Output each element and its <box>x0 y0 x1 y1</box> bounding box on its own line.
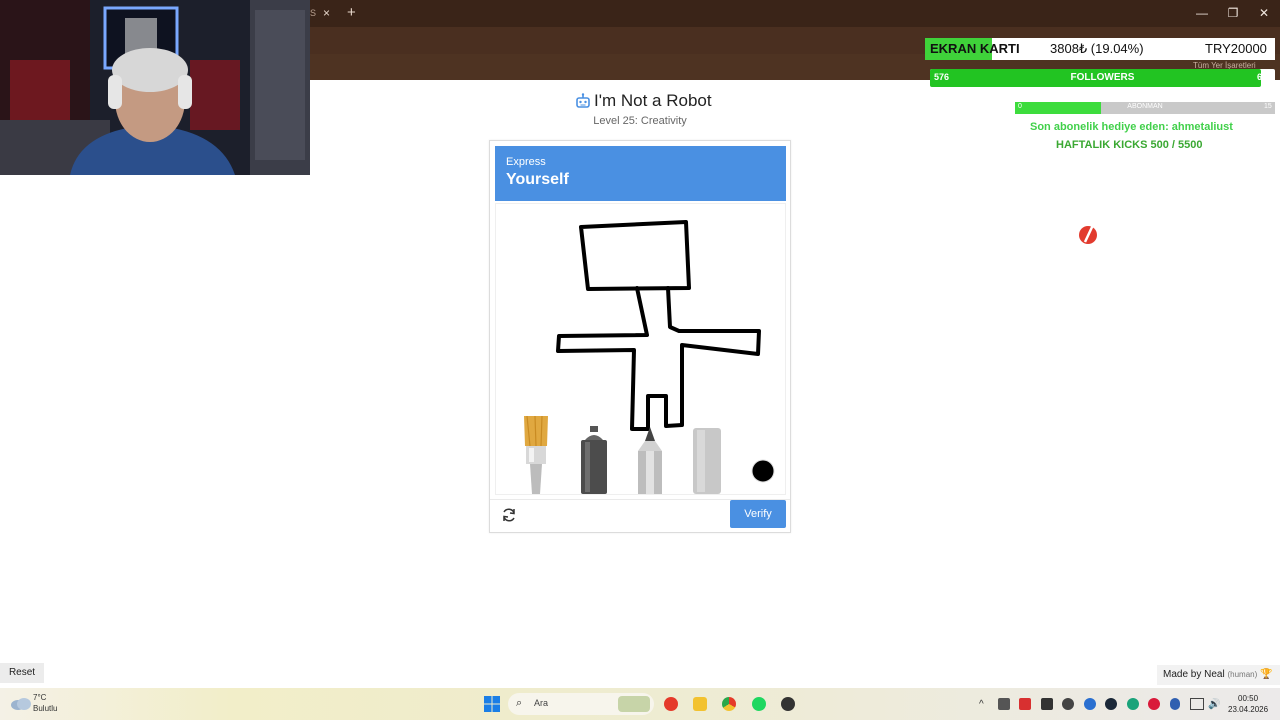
last-gift-text: Son abonelik hediye eden: ahmetaliust <box>1030 121 1233 133</box>
tray-app-green-icon[interactable] <box>1127 698 1139 710</box>
tray-app-blue-icon[interactable] <box>1084 698 1096 710</box>
subs-right: 15 <box>1264 103 1272 110</box>
new-tab-button[interactable]: + <box>347 4 356 21</box>
tray-app-gray-icon[interactable] <box>1062 698 1074 710</box>
chrome-icon[interactable] <box>722 697 736 711</box>
file-explorer-icon[interactable] <box>693 697 707 711</box>
weather-temp[interactable]: 7°C <box>33 693 46 702</box>
gpu-goal-target: TRY20000 <box>1205 41 1267 56</box>
webcam-image <box>0 0 310 175</box>
windows-taskbar: 7°C Bulutlu ⌕ Ara ^ 🔊 00:50 23.04.2026 <box>0 688 1280 720</box>
robot-icon <box>576 93 590 108</box>
captcha-header-small: Express <box>506 156 546 168</box>
tray-app-dark-icon[interactable] <box>1041 698 1053 710</box>
tray-chevron-icon[interactable]: ^ <box>979 699 984 710</box>
close-window-button[interactable]: ✕ <box>1257 6 1271 20</box>
windows-start-icon[interactable] <box>484 696 500 712</box>
captcha-widget: Express Yourself Verify <box>489 140 791 533</box>
tray-app-red-icon[interactable] <box>1019 698 1031 710</box>
subs-goal-bar: 0 ABONMAN 15 <box>1015 102 1275 114</box>
sponsor-logo-icon <box>1077 222 1101 251</box>
clock-date[interactable]: 23.04.2026 <box>1228 705 1268 714</box>
gpu-goal-progress: 3808₺ (19.04%) <box>1050 41 1144 56</box>
spray-can-icon[interactable] <box>579 426 609 494</box>
subs-label: ABONMAN <box>1127 103 1163 110</box>
tray-audio-device-icon[interactable] <box>998 698 1010 710</box>
minimize-button[interactable]: — <box>1195 6 1209 20</box>
gpu-goal-bar: EKRAN KARTI 3808₺ (19.04%) TRY20000 <box>925 38 1275 60</box>
gpu-goal-label: EKRAN KARTI <box>930 41 1020 56</box>
weather-desc[interactable]: Bulutlu <box>33 704 57 713</box>
obs-icon[interactable] <box>781 697 795 711</box>
color-picker-black[interactable] <box>751 459 775 483</box>
maximize-button[interactable]: ❐ <box>1226 6 1240 20</box>
captcha-header-big: Yourself <box>506 171 569 188</box>
followers-goal: 600 <box>1257 72 1273 82</box>
made-by-text: Made by Neal <box>1163 669 1225 680</box>
network-icon[interactable] <box>1190 698 1204 710</box>
paint-brush-icon[interactable] <box>521 414 551 494</box>
made-by-badge[interactable]: Made by Neal (human) 🏆 <box>1157 665 1280 685</box>
made-by-note: (human) <box>1227 670 1258 679</box>
search-placeholder: Ara <box>534 698 549 708</box>
taskbar-search-box[interactable]: ⌕ Ara <box>508 693 654 715</box>
trophy-icon: 🏆 <box>1260 669 1273 680</box>
tray-record-icon[interactable] <box>1148 698 1160 710</box>
search-highlight-image <box>618 696 650 712</box>
spotify-icon[interactable] <box>752 697 766 711</box>
steam-icon[interactable] <box>1105 698 1117 710</box>
tab-partial-label[interactable]: S <box>310 8 316 18</box>
page-subtitle: Level 25: Creativity <box>593 115 687 127</box>
refresh-icon[interactable] <box>500 506 518 524</box>
app-red-circle-icon[interactable] <box>664 697 678 711</box>
drawing-canvas[interactable] <box>495 203 786 495</box>
followers-label: FOLLOWERS <box>1070 72 1135 83</box>
cloud-icon <box>11 698 31 710</box>
microphone-icon[interactable] <box>1170 698 1180 710</box>
reset-button[interactable]: Reset <box>0 663 44 683</box>
followers-goal-bar: 576 FOLLOWERS 600 <box>930 69 1275 87</box>
page-title: I'm Not a Robot <box>594 91 712 110</box>
webcam-overlay <box>0 0 310 175</box>
tab-close-icon[interactable]: × <box>323 6 330 20</box>
verify-button[interactable]: Verify <box>730 500 786 528</box>
weekly-kicks-text: HAFTALIK KICKS 500 / 5500 <box>1056 139 1203 151</box>
clock-time[interactable]: 00:50 <box>1238 694 1258 703</box>
page-header: I'm Not a Robot <box>570 91 712 115</box>
volume-icon[interactable]: 🔊 <box>1208 699 1220 710</box>
search-icon: ⌕ <box>516 697 523 709</box>
pencil-icon[interactable] <box>636 427 664 494</box>
eraser-icon[interactable] <box>693 428 721 494</box>
captcha-header: Express Yourself <box>495 146 786 201</box>
